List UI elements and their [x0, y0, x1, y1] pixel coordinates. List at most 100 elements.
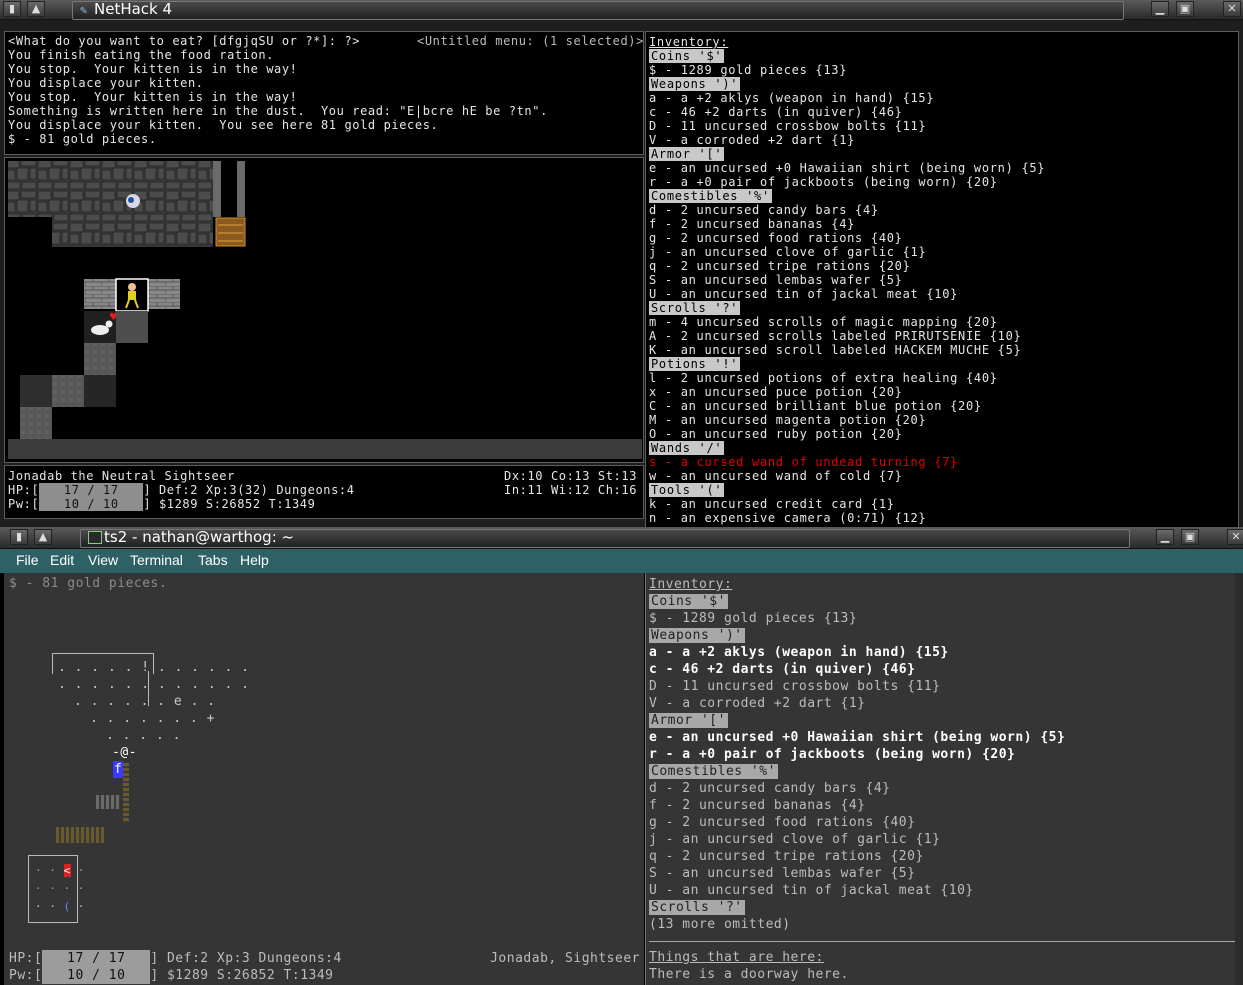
inventory-category-header: Weapons ')': [649, 627, 1065, 644]
menu-terminal[interactable]: Terminal: [130, 552, 183, 568]
window-shade-button[interactable]: ▲: [34, 529, 52, 545]
inventory-item[interactable]: S - an uncursed lembas wafer {5}: [649, 865, 1065, 882]
inventory-item-equipped[interactable]: e - an uncursed +0 Hawaiian shirt (being…: [649, 729, 1065, 746]
message-line: You displace your kitten. You see here 8…: [8, 118, 439, 132]
inventory-item[interactable]: A - 2 uncursed scrolls labeled PRIRUTSEN…: [649, 329, 1045, 343]
inventory-line-text: d - 2 uncursed candy bars {4}: [649, 781, 891, 796]
tile-map[interactable]: ♥: [5, 158, 645, 464]
inventory-item[interactable]: C - an uncursed brilliant blue potion {2…: [649, 399, 1045, 413]
inventory-line-text: j - an uncursed clove of garlic {1}: [649, 832, 941, 847]
inventory-line-text: U - an uncursed tin of jackal meat {10}: [649, 287, 959, 301]
map-panel[interactable]: ♥: [4, 157, 644, 463]
menu-help[interactable]: Help: [240, 552, 269, 568]
inventory-item[interactable]: $ - 1289 gold pieces {13}: [649, 610, 1065, 627]
inventory-line-text: g - 2 uncursed food rations {40}: [649, 815, 916, 830]
inventory-item[interactable]: U - an uncursed tin of jackal meat {10}: [649, 882, 1065, 899]
terminal-game-pane[interactable]: $ - 81 gold pieces. . . . . . ! . . . . …: [4, 573, 644, 985]
inventory-line-text: q - 2 uncursed tripe rations {20}: [649, 849, 924, 864]
inventory-item[interactable]: a - a +2 aklys (weapon in hand) {15}: [649, 91, 1045, 105]
inventory-item[interactable]: K - an uncursed scroll labeled HACKEM MU…: [649, 343, 1045, 357]
terminal-inventory-pane[interactable]: Inventory: Coins '$' $ - 1289 gold pieces…: [645, 573, 1236, 985]
inventory-item[interactable]: D - 11 uncursed crossbow bolts {11}: [649, 678, 1065, 695]
menu-file[interactable]: File: [16, 552, 39, 568]
terminal-inventory-title: Inventory:: [649, 577, 733, 592]
inventory-line-text: a - a +2 aklys (weapon in hand) {15}: [649, 91, 935, 105]
inventory-item[interactable]: $ - 1289 gold pieces {13}: [649, 63, 1045, 77]
menu-view[interactable]: View: [88, 552, 118, 568]
minimize-button[interactable]: ▁: [1151, 1, 1169, 17]
map-corridor: [123, 763, 129, 823]
inventory-item[interactable]: e - an uncursed +0 Hawaiian shirt (being…: [649, 161, 1045, 175]
maximize-button[interactable]: ▣: [1181, 529, 1199, 545]
inventory-item[interactable]: r - a +0 pair of jackboots (being worn) …: [649, 175, 1045, 189]
inventory-item[interactable]: U - an uncursed tin of jackal meat {10}: [649, 287, 1045, 301]
inventory-item[interactable]: M - an uncursed magenta potion {20}: [649, 413, 1045, 427]
map-scrollbar[interactable]: [8, 439, 642, 459]
message-line: $ - 81 gold pieces.: [8, 132, 157, 146]
inventory-item[interactable]: (13 more omitted): [649, 916, 1065, 933]
kitten-pet: [91, 325, 109, 335]
inventory-item[interactable]: D - 11 uncursed crossbow bolts {11}: [649, 119, 1045, 133]
floor-tile: [116, 311, 148, 343]
minimize-button[interactable]: ▁: [1156, 529, 1174, 545]
inventory-item[interactable]: j - an uncursed clove of garlic {1}: [649, 831, 1065, 848]
character-name: Jonadab the Neutral Sightseer: [8, 469, 235, 483]
menu-tabs[interactable]: Tabs: [198, 552, 228, 568]
message-line: You finish eating the food ration.: [8, 48, 275, 62]
inventory-item[interactable]: q - 2 uncursed tripe rations {20}: [649, 259, 1045, 273]
inventory-line-text: c - 46 +2 darts (in quiver) {46}: [649, 105, 903, 119]
inventory-item[interactable]: O - an uncursed ruby potion {20}: [649, 427, 1045, 441]
pw-gauge: 10 / 10: [39, 497, 144, 511]
terminal-scrollbar[interactable]: [1235, 573, 1243, 985]
terminal-titlebar: ▮ ▲ ts2 - nathan@warthog: ~ ▁ ▣ ✕: [0, 527, 1243, 549]
inventory-line-text: Armor '[': [649, 713, 728, 728]
close-button[interactable]: ✕: [1223, 1, 1241, 17]
inventory-item[interactable]: f - 2 uncursed bananas {4}: [649, 797, 1065, 814]
inventory-item[interactable]: V - a corroded +2 dart {1}: [649, 695, 1065, 712]
inventory-item[interactable]: d - 2 uncursed candy bars {4}: [649, 780, 1065, 797]
inventory-panel[interactable]: Inventory: Coins '$' $ - 1289 gold pieces…: [645, 31, 1239, 527]
inventory-list[interactable]: Coins '$' $ - 1289 gold pieces {13} Weapon…: [649, 49, 1045, 525]
inventory-item[interactable]: n - an expensive camera (0:71) {12}: [649, 511, 1045, 525]
inventory-item[interactable]: x - an uncursed puce potion {20}: [649, 385, 1045, 399]
inventory-item-equipped[interactable]: r - a +0 pair of jackboots (being worn) …: [649, 746, 1065, 763]
inventory-item[interactable]: V - a corroded +2 dart {1}: [649, 133, 1045, 147]
close-button[interactable]: ✕: [1227, 529, 1243, 545]
terminal-character-name: Jonadab, Sightseer: [490, 951, 640, 966]
inventory-item[interactable]: c - 46 +2 darts (in quiver) {46}: [649, 105, 1045, 119]
hp-status: HP:[17 / 17] Def:2 Xp:3(32) Dungeons:4: [8, 483, 355, 497]
inventory-item[interactable]: q - 2 uncursed tripe rations {20}: [649, 848, 1065, 865]
window-menu-button[interactable]: ▮: [10, 529, 28, 545]
attributes-line-2: In:11 Wi:12 Ch:16: [504, 483, 638, 497]
window-shade-button[interactable]: ▲: [27, 1, 45, 17]
inventory-line-text: q - 2 uncursed tripe rations {20}: [649, 259, 911, 273]
inventory-item[interactable]: w - an uncursed wand of cold {7}: [649, 469, 1045, 483]
inventory-item[interactable]: f - 2 uncursed bananas {4}: [649, 217, 1045, 231]
maximize-button[interactable]: ▣: [1176, 1, 1194, 17]
inventory-line-text: C - an uncursed brilliant blue potion {2…: [649, 399, 982, 413]
inventory-item[interactable]: l - 2 uncursed potions of extra healing …: [649, 371, 1045, 385]
inventory-item-equipped[interactable]: a - a +2 aklys (weapon in hand) {15}: [649, 644, 1065, 661]
inventory-line-text: Comestibles '%': [649, 764, 778, 779]
inventory-line-text: s - a cursed wand of undead turning {7}: [649, 455, 959, 469]
inventory-item[interactable]: S - an uncursed lembas wafer {5}: [649, 273, 1045, 287]
inventory-line-text: M - an uncursed magenta potion {20}: [649, 413, 927, 427]
hp-label: HP:[: [9, 951, 43, 966]
inventory-line-text: (13 more omitted): [649, 917, 791, 932]
inventory-item[interactable]: g - 2 uncursed food rations {40}: [649, 231, 1045, 245]
inventory-item-cursed[interactable]: s - a cursed wand of undead turning {7}: [649, 455, 1045, 469]
terminal-inventory-list[interactable]: Coins '$' $ - 1289 gold pieces {13} Weapon…: [649, 593, 1065, 933]
inventory-item[interactable]: g - 2 uncursed food rations {40}: [649, 814, 1065, 831]
inventory-line-text: K - an uncursed scroll labeled HACKEM MU…: [649, 343, 1022, 357]
inventory-item-equipped[interactable]: c - 46 +2 darts (in quiver) {46}: [649, 661, 1065, 678]
nethack-title-tab[interactable]: [72, 1, 1124, 20]
inventory-item[interactable]: j - an uncursed clove of garlic {1}: [649, 245, 1045, 259]
inventory-line-text: Weapons ')': [649, 628, 745, 643]
window-menu-button[interactable]: ▮: [3, 1, 21, 17]
inventory-item[interactable]: m - 4 uncursed scrolls of magic mapping …: [649, 315, 1045, 329]
map-kitten: f: [113, 761, 124, 778]
inventory-item[interactable]: d - 2 uncursed candy bars {4}: [649, 203, 1045, 217]
inventory-line-text: Weapons ')': [649, 77, 741, 91]
menu-edit[interactable]: Edit: [50, 552, 74, 568]
inventory-item[interactable]: k - an uncursed credit card {1}: [649, 497, 1045, 511]
